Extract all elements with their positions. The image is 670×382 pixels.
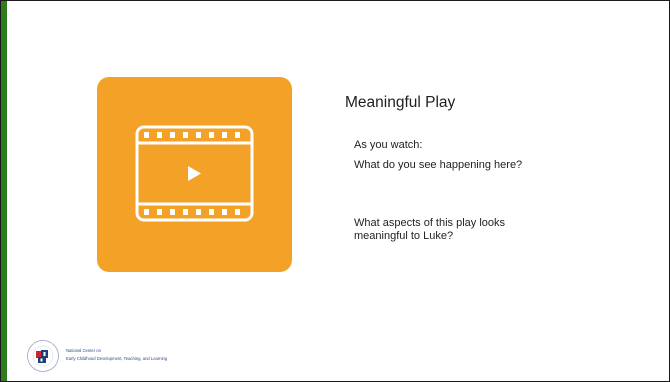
slide-title: Meaningful Play (345, 94, 456, 111)
question-2: What aspects of this play looks meaningf… (354, 217, 506, 242)
prompt-intro: As you watch: (354, 139, 423, 151)
logo-line-2: Early Childhood Development, Teaching, a… (66, 356, 168, 361)
office-of-head-start-seal (27, 340, 59, 372)
film-strip-play-icon (135, 125, 254, 222)
question-1: What do you see happening here? (354, 159, 523, 171)
slide: Meaningful Play As you watch: What do yo… (0, 0, 670, 382)
video-thumbnail[interactable] (97, 77, 292, 272)
play-icon (188, 166, 201, 181)
ncecdtl-logo: National Center on Early Childhood Devel… (26, 339, 206, 373)
left-accent-bar (1, 1, 7, 381)
logo-line-1: National Center on (66, 348, 101, 353)
